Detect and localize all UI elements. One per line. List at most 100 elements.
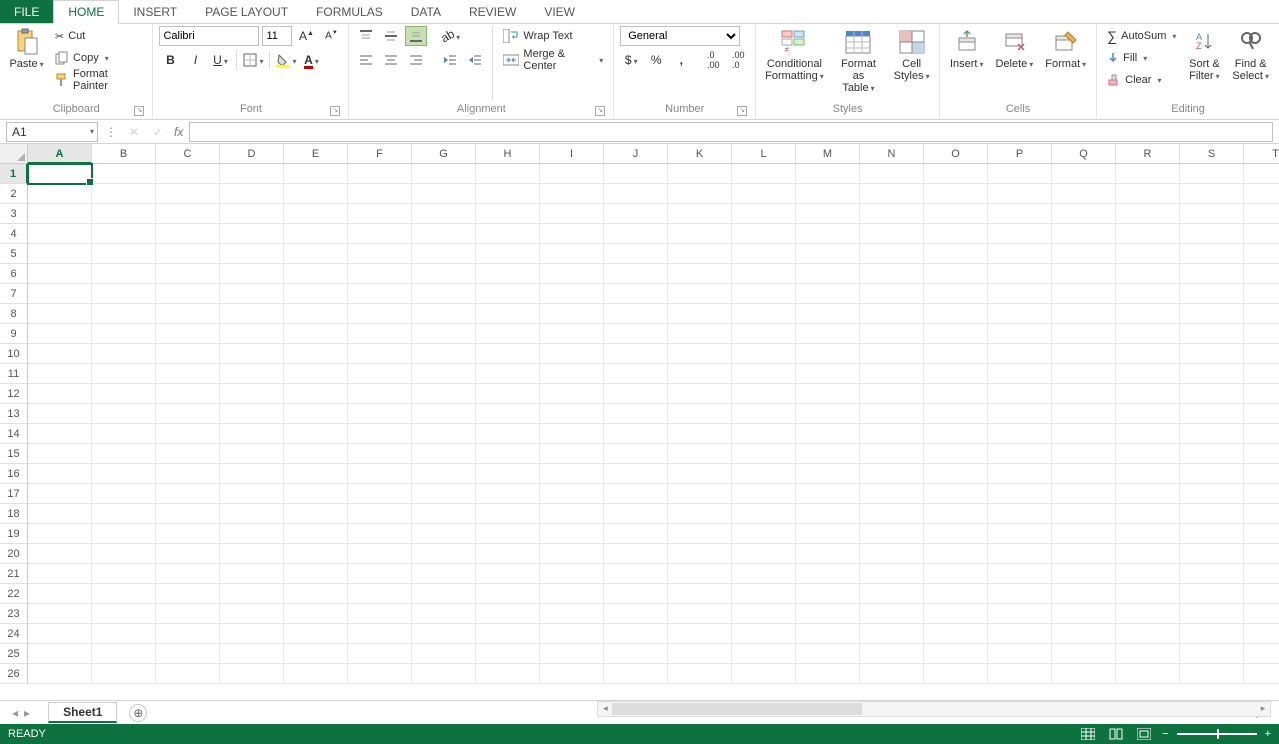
cell[interactable] bbox=[732, 284, 796, 304]
cell[interactable] bbox=[92, 204, 156, 224]
cell[interactable] bbox=[476, 504, 540, 524]
cell[interactable] bbox=[28, 404, 92, 424]
cell[interactable] bbox=[220, 504, 284, 524]
cell[interactable] bbox=[28, 344, 92, 364]
cell[interactable] bbox=[1180, 644, 1244, 664]
cell[interactable] bbox=[924, 224, 988, 244]
cell[interactable] bbox=[348, 564, 412, 584]
cell[interactable] bbox=[796, 224, 860, 244]
cell[interactable] bbox=[988, 644, 1052, 664]
cell[interactable] bbox=[604, 604, 668, 624]
cell[interactable] bbox=[412, 264, 476, 284]
tab-review[interactable]: REVIEW bbox=[455, 0, 530, 23]
cell[interactable] bbox=[412, 504, 476, 524]
row-header[interactable]: 10 bbox=[0, 344, 28, 364]
cell[interactable] bbox=[220, 424, 284, 444]
cell[interactable] bbox=[604, 364, 668, 384]
number-dialog-launcher[interactable]: ↘ bbox=[737, 106, 747, 116]
cell[interactable] bbox=[1180, 244, 1244, 264]
cell[interactable] bbox=[220, 604, 284, 624]
cell[interactable] bbox=[28, 244, 92, 264]
cell[interactable] bbox=[988, 264, 1052, 284]
cell[interactable] bbox=[476, 204, 540, 224]
cell[interactable] bbox=[284, 624, 348, 644]
fill-color-button[interactable] bbox=[275, 50, 297, 70]
cell[interactable] bbox=[412, 544, 476, 564]
cell[interactable] bbox=[1244, 404, 1279, 424]
cell[interactable] bbox=[28, 604, 92, 624]
cell[interactable] bbox=[1052, 164, 1116, 184]
cell[interactable] bbox=[1116, 524, 1180, 544]
cell[interactable] bbox=[476, 564, 540, 584]
normal-view-button[interactable] bbox=[1078, 726, 1098, 742]
cell[interactable] bbox=[28, 324, 92, 344]
cell[interactable] bbox=[1180, 524, 1244, 544]
cell[interactable] bbox=[1180, 424, 1244, 444]
decrease-indent-button[interactable] bbox=[439, 50, 461, 70]
cell[interactable] bbox=[28, 384, 92, 404]
cell[interactable] bbox=[412, 424, 476, 444]
cell[interactable] bbox=[732, 424, 796, 444]
cell[interactable] bbox=[1052, 204, 1116, 224]
cell[interactable] bbox=[92, 564, 156, 584]
cell[interactable] bbox=[28, 504, 92, 524]
column-header[interactable]: N bbox=[860, 144, 924, 164]
cell[interactable] bbox=[668, 404, 732, 424]
format-cells-button[interactable]: Format bbox=[1041, 26, 1090, 73]
cell[interactable] bbox=[732, 244, 796, 264]
wrap-text-button[interactable]: Wrap Text bbox=[499, 26, 607, 46]
cell[interactable] bbox=[540, 484, 604, 504]
cell[interactable] bbox=[156, 544, 220, 564]
column-header[interactable]: M bbox=[796, 144, 860, 164]
cell[interactable] bbox=[924, 544, 988, 564]
select-all-corner[interactable] bbox=[0, 144, 28, 164]
row-header[interactable]: 7 bbox=[0, 284, 28, 304]
cell[interactable] bbox=[1116, 364, 1180, 384]
cell[interactable] bbox=[412, 304, 476, 324]
cell[interactable] bbox=[412, 404, 476, 424]
sort-filter-button[interactable]: AZ Sort & Filter bbox=[1184, 26, 1224, 85]
cell[interactable] bbox=[540, 324, 604, 344]
cell[interactable] bbox=[1052, 364, 1116, 384]
increase-font-size-button[interactable]: A▲ bbox=[295, 26, 317, 46]
column-header[interactable]: P bbox=[988, 144, 1052, 164]
cell[interactable] bbox=[1052, 424, 1116, 444]
cell[interactable] bbox=[476, 224, 540, 244]
cell[interactable] bbox=[220, 324, 284, 344]
align-right-button[interactable] bbox=[405, 50, 427, 70]
cell[interactable] bbox=[220, 204, 284, 224]
row-header[interactable]: 13 bbox=[0, 404, 28, 424]
cell[interactable] bbox=[1244, 644, 1279, 664]
cell[interactable] bbox=[796, 624, 860, 644]
cell[interactable] bbox=[732, 224, 796, 244]
cell[interactable] bbox=[1052, 244, 1116, 264]
cell[interactable] bbox=[924, 324, 988, 344]
row-header[interactable]: 16 bbox=[0, 464, 28, 484]
cell[interactable] bbox=[412, 524, 476, 544]
cell[interactable] bbox=[284, 544, 348, 564]
column-header[interactable]: O bbox=[924, 144, 988, 164]
align-center-button[interactable] bbox=[380, 50, 402, 70]
cell[interactable] bbox=[348, 504, 412, 524]
cell[interactable] bbox=[540, 184, 604, 204]
cell[interactable] bbox=[348, 344, 412, 364]
cell[interactable] bbox=[28, 564, 92, 584]
cell[interactable] bbox=[348, 324, 412, 344]
cell[interactable] bbox=[92, 224, 156, 244]
cell[interactable] bbox=[924, 384, 988, 404]
new-sheet-button[interactable]: ⊕ bbox=[129, 704, 147, 722]
cell[interactable] bbox=[348, 264, 412, 284]
cell[interactable] bbox=[1052, 564, 1116, 584]
cell[interactable] bbox=[860, 224, 924, 244]
row-header[interactable]: 11 bbox=[0, 364, 28, 384]
cell[interactable] bbox=[412, 344, 476, 364]
alignment-dialog-launcher[interactable]: ↘ bbox=[595, 106, 605, 116]
cell[interactable] bbox=[732, 384, 796, 404]
cell[interactable] bbox=[988, 244, 1052, 264]
row-header[interactable]: 3 bbox=[0, 204, 28, 224]
cell[interactable] bbox=[156, 524, 220, 544]
cell[interactable] bbox=[1116, 404, 1180, 424]
cell[interactable] bbox=[412, 604, 476, 624]
cell[interactable] bbox=[1052, 644, 1116, 664]
cell[interactable] bbox=[668, 424, 732, 444]
